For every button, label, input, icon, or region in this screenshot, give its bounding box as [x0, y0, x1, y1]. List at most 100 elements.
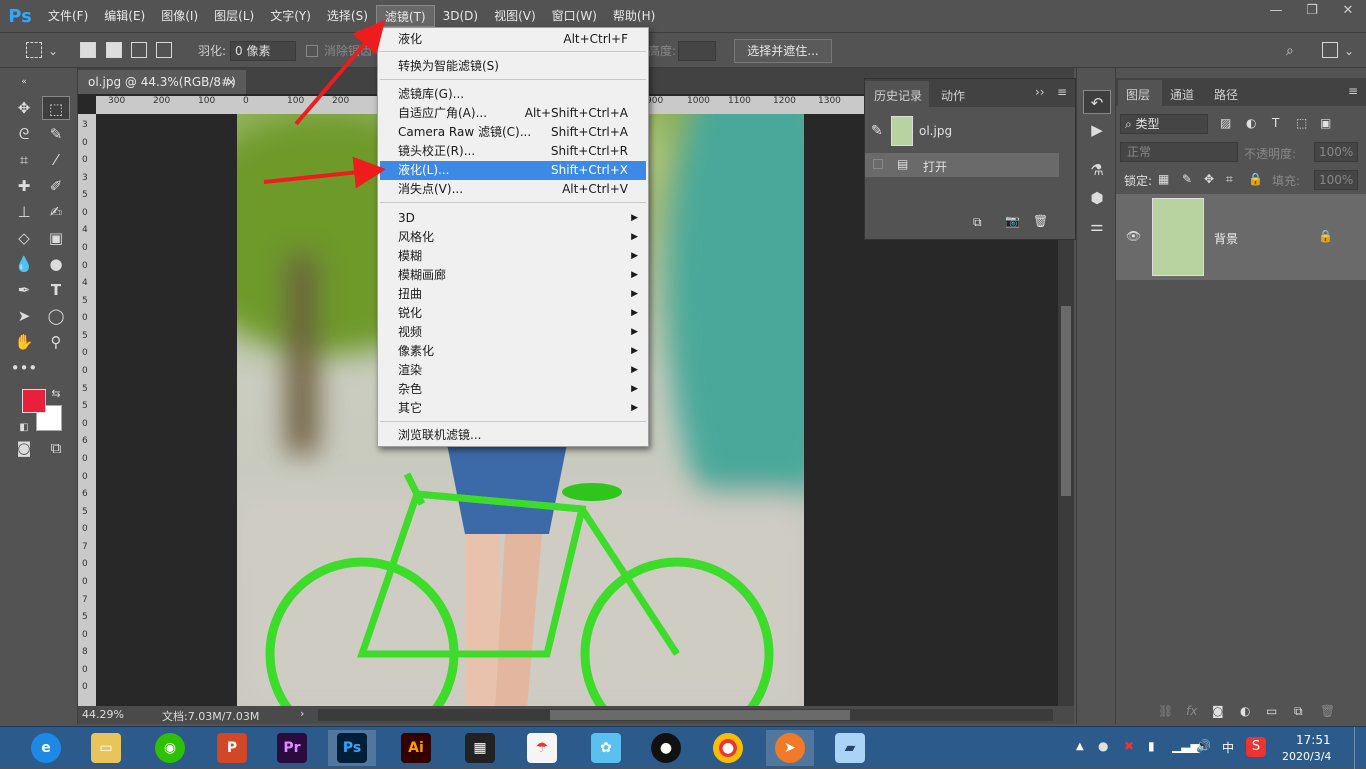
status-menu-icon[interactable]: › — [300, 707, 304, 720]
menu-item-distort[interactable]: 扭曲 ▶ — [380, 285, 646, 304]
type-tool-icon[interactable]: T — [42, 278, 70, 302]
menu-select[interactable]: 选择(S) — [319, 5, 376, 27]
gradient-tool-icon[interactable]: ▣ — [42, 226, 70, 250]
menu-3d[interactable]: 3D(D) — [435, 5, 486, 27]
layer-thumbnail[interactable] — [1152, 198, 1204, 276]
clock-date[interactable]: 2020/3/4 — [1282, 750, 1331, 763]
swap-colors-icon[interactable]: ⇆ — [48, 382, 64, 406]
pen-tool-icon[interactable]: ✒ — [10, 278, 38, 302]
fill-input[interactable]: 100% — [1314, 170, 1358, 190]
photoshop-taskbar-icon[interactable]: Ps — [328, 730, 376, 766]
new-selection-icon[interactable] — [80, 42, 96, 58]
new-group-icon[interactable]: ▭ — [1266, 704, 1277, 718]
qq-icon[interactable]: ● — [642, 730, 690, 766]
scroll-thumb[interactable] — [1061, 306, 1071, 496]
workspace-icon[interactable] — [1322, 42, 1338, 58]
snapshot-name[interactable]: ol.jpg — [919, 124, 952, 138]
step-checkbox[interactable] — [873, 159, 883, 169]
filter-pixel-icon[interactable]: ▨ — [1220, 116, 1231, 130]
layer-filter-select[interactable]: ⌕ 类型 — [1120, 114, 1208, 134]
menu-filter[interactable]: 滤镜(T) — [375, 5, 435, 27]
camera-icon[interactable]: 📷 — [1005, 214, 1020, 228]
tab-channels[interactable]: 通道 — [1170, 86, 1194, 103]
ime-indicator[interactable]: 中 — [1222, 739, 1234, 756]
actions-panel-icon[interactable]: ▶ — [1083, 118, 1111, 142]
menu-item-convert-smart[interactable]: 转换为智能滤镜(S) — [380, 57, 646, 76]
ellipse-tool-icon[interactable]: ◯ — [42, 304, 70, 328]
menu-item-stylize[interactable]: 风格化 ▶ — [380, 228, 646, 247]
restore-icon[interactable]: ❐ — [1294, 0, 1330, 24]
tray-device-icon[interactable]: ▮ — [1148, 739, 1155, 753]
dodge-tool-icon[interactable]: ● — [42, 252, 70, 276]
filter-type-icon[interactable]: T — [1272, 116, 1279, 130]
zoom-level[interactable]: 44.29% — [82, 708, 124, 721]
rectangular-marquee-tool-icon[interactable]: ⬚ — [42, 96, 70, 120]
add-selection-icon[interactable] — [106, 42, 122, 58]
menu-item-sharpen[interactable]: 锐化 ▶ — [380, 304, 646, 323]
powerpoint-icon[interactable]: P — [208, 730, 256, 766]
menu-type[interactable]: 文字(Y) — [262, 5, 319, 27]
filter-shape-icon[interactable]: ⬚ — [1296, 116, 1307, 130]
3d-panel-icon[interactable]: ⬢ — [1083, 186, 1111, 210]
trash-icon[interactable]: 🗑 — [1033, 214, 1048, 228]
brush-settings-icon[interactable]: ⚗ — [1083, 158, 1111, 182]
quick-mask-icon[interactable]: ◙ — [10, 436, 38, 460]
minimize-icon[interactable]: — — [1258, 0, 1294, 24]
tray-volume-icon[interactable]: 🔊 — [1196, 739, 1211, 753]
more-tools-icon[interactable]: ••• — [10, 356, 38, 380]
menu-view[interactable]: 视图(V) — [486, 5, 544, 27]
tray-qq-icon[interactable]: ● — [1098, 739, 1108, 753]
menu-file[interactable]: 文件(F) — [40, 5, 96, 27]
menu-item-filter-gallery[interactable]: 滤镜库(G)... — [380, 85, 646, 104]
layer-name[interactable]: 背景 — [1214, 230, 1238, 247]
path-select-tool-icon[interactable]: ➤ — [10, 304, 38, 328]
menu-item-noise[interactable]: 杂色 ▶ — [380, 380, 646, 399]
menu-item-liquify[interactable]: 液化(L)... Shift+Ctrl+X — [380, 161, 646, 180]
explorer-icon[interactable]: ▭ — [82, 730, 130, 766]
menu-item-lens-correction[interactable]: 镜头校正(R)... Shift+Ctrl+R — [380, 142, 646, 161]
subtract-selection-icon[interactable] — [131, 42, 147, 58]
menu-image[interactable]: 图像(I) — [153, 5, 206, 27]
tab-paths[interactable]: 路径 — [1214, 86, 1238, 103]
sogou-ime-icon[interactable]: S — [1246, 737, 1266, 757]
marquee-preset-icon[interactable] — [26, 42, 42, 58]
filter-adjust-icon[interactable]: ◐ — [1246, 116, 1256, 130]
eraser-tool-icon[interactable]: ◇ — [10, 226, 38, 250]
history-panel-icon[interactable]: ↶ — [1083, 90, 1111, 114]
lock-artboard-icon[interactable]: ⌗ — [1226, 172, 1233, 187]
fx-icon[interactable]: fx — [1186, 704, 1197, 718]
menu-item-vanishing-point[interactable]: 消失点(V)... Alt+Ctrl+V — [380, 180, 646, 199]
history-brush-icon[interactable]: ✎ — [871, 123, 883, 139]
lasso-tool-icon[interactable]: ᘓ — [10, 122, 38, 146]
quick-select-tool-icon[interactable]: ✎ — [42, 122, 70, 146]
hand-tool-icon[interactable]: ✋ — [10, 330, 38, 354]
menu-item-3d[interactable]: 3D ▶ — [380, 209, 646, 228]
eyedropper-tool-icon[interactable]: ⁄ — [42, 148, 70, 172]
menu-item-video[interactable]: 视频 ▶ — [380, 323, 646, 342]
snapshot-thumbnail[interactable] — [891, 116, 913, 146]
antialias-checkbox[interactable] — [306, 45, 318, 57]
menu-item-render[interactable]: 渲染 ▶ — [380, 361, 646, 380]
menu-item-adaptive-wide-angle[interactable]: 自适应广角(A)... Alt+Shift+Ctrl+A — [380, 104, 646, 123]
chrome-icon[interactable]: ● — [704, 730, 752, 766]
lock-pixels-icon[interactable]: ▦ — [1158, 172, 1169, 186]
app-cat-icon[interactable]: ✿ — [582, 730, 630, 766]
menu-item-blur[interactable]: 模糊 ▶ — [380, 247, 646, 266]
tab-actions[interactable]: 动作 — [941, 87, 965, 104]
blur-tool-icon[interactable]: 💧 — [10, 252, 38, 276]
feather-input[interactable]: 0 像素 — [230, 41, 296, 61]
menu-item-blur-gallery[interactable]: 模糊画廊 ▶ — [380, 266, 646, 285]
crop-tool-icon[interactable]: ⌗ — [10, 148, 38, 172]
properties-panel-icon[interactable]: ⚌ — [1083, 214, 1111, 238]
tray-expand-icon[interactable]: ▲ — [1076, 741, 1084, 752]
opacity-input[interactable]: 100% — [1314, 142, 1358, 162]
move-tool-icon[interactable]: ✥ — [10, 96, 38, 120]
collapse-icon[interactable]: « — [10, 70, 38, 94]
clock-time[interactable]: 17:51 — [1296, 733, 1331, 747]
app-umbrella-icon[interactable]: ☂ — [518, 730, 566, 766]
brush-tool-icon[interactable]: ✐ — [42, 174, 70, 198]
app-fox-icon[interactable]: ➤ — [766, 730, 814, 766]
height-input[interactable] — [678, 41, 716, 61]
tray-network-alert-icon[interactable]: ✖ — [1124, 739, 1134, 753]
healing-brush-tool-icon[interactable]: ✚ — [10, 174, 38, 198]
